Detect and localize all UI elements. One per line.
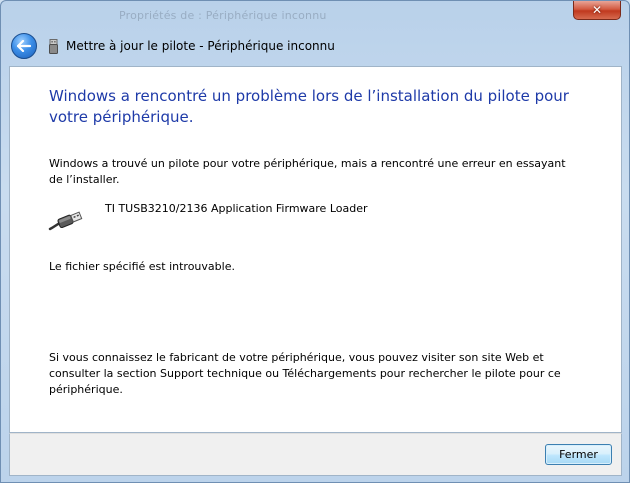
back-button[interactable] <box>11 33 37 59</box>
button-bar: Fermer <box>9 433 622 476</box>
error-description: Windows a trouvé un pilote pour votre pé… <box>49 157 566 186</box>
back-arrow-icon <box>17 40 31 52</box>
help-text: Si vous connaissez le fabricant de votre… <box>49 351 561 396</box>
wizard-title: Mettre à jour le pilote - Périphérique i… <box>66 39 335 53</box>
dialog-window: Propriétés de : Périphérique inconnu ✕ M… <box>0 0 630 483</box>
window-close-button[interactable]: ✕ <box>573 1 621 20</box>
device-name: TI TUSB3210/2136 Application Firmware Lo… <box>105 202 368 215</box>
usb-cable-icon <box>48 211 83 231</box>
error-message: Le fichier spécifié est introuvable. <box>49 260 235 273</box>
usb-device-icon <box>48 38 58 54</box>
page-heading: Windows a rencontré un problème lors de … <box>49 87 569 126</box>
content-panel: Windows a rencontré un problème lors de … <box>9 66 622 433</box>
close-icon: ✕ <box>591 3 603 17</box>
close-button[interactable]: Fermer <box>545 444 612 465</box>
background-window-title: Propriétés de : Périphérique inconnu <box>119 9 327 22</box>
